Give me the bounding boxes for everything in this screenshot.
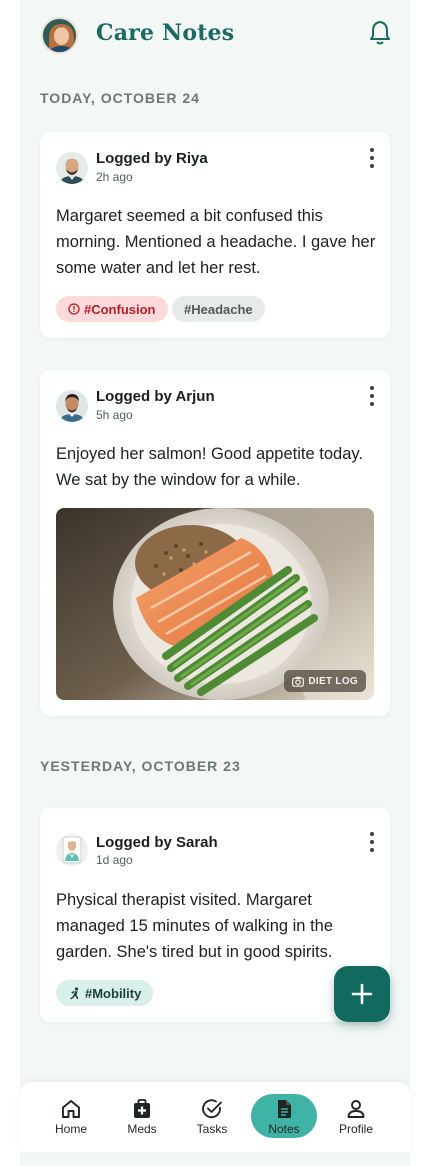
more-options-icon[interactable] — [364, 386, 380, 406]
page-title: Care Notes — [96, 20, 235, 46]
note-author: Logged by Riya — [96, 150, 208, 167]
home-icon — [62, 1100, 80, 1118]
note-card[interactable]: Logged by Riya 2h ago Margaret seemed a … — [40, 132, 390, 338]
more-options-icon[interactable] — [364, 832, 380, 852]
nav-item-tasks[interactable]: Tasks — [182, 1098, 242, 1136]
author-avatar — [56, 390, 88, 422]
plus-icon — [351, 983, 373, 1005]
check-circle-icon — [202, 1099, 222, 1119]
author-avatar — [56, 834, 88, 866]
nav-item-home[interactable]: Home — [41, 1098, 101, 1136]
nav-label: Profile — [338, 1122, 373, 1136]
nav-label: Home — [54, 1122, 87, 1136]
note-timestamp: 5h ago — [96, 408, 133, 422]
nav-item-profile[interactable]: Profile — [326, 1098, 386, 1136]
add-note-button[interactable] — [334, 966, 390, 1022]
user-avatar[interactable] — [41, 17, 78, 54]
nav-item-notes[interactable]: Notes — [254, 1098, 314, 1136]
walking-icon — [70, 986, 79, 999]
medical-kit-icon — [134, 1099, 150, 1118]
note-author: Logged by Arjun — [96, 388, 215, 405]
tag-headache[interactable]: #Headache — [172, 296, 265, 322]
note-text: Physical therapist visited. Margaret man… — [56, 891, 334, 961]
tag-confusion[interactable]: #Confusion — [56, 296, 168, 322]
note-card[interactable]: Logged by Arjun 5h ago Enjoyed her salmo… — [40, 370, 390, 716]
more-options-icon[interactable] — [364, 148, 380, 168]
nav-item-meds[interactable]: Meds — [112, 1098, 172, 1136]
app-screen: Care Notes TODAY, OCTOBER 24 Logged by R… — [20, 0, 410, 1166]
bell-icon[interactable] — [368, 20, 392, 46]
camera-icon — [292, 676, 305, 687]
author-avatar — [56, 152, 88, 184]
section-date-yesterday: YESTERDAY, OCTOBER 23 — [40, 758, 241, 774]
note-timestamp: 2h ago — [96, 170, 133, 184]
nav-label: Notes — [268, 1122, 300, 1136]
diet-log-label: DIET LOG — [308, 675, 358, 687]
section-date-today: TODAY, OCTOBER 24 — [40, 90, 200, 106]
nav-label: Meds — [127, 1122, 157, 1136]
bottom-nav: Home Meds Tasks Notes Profile — [20, 1082, 410, 1152]
meal-photo[interactable]: DIET LOG — [56, 508, 374, 700]
alert-circle-icon — [68, 303, 80, 315]
tag-label: #Confusion — [84, 301, 156, 317]
diet-log-badge: DIET LOG — [284, 670, 366, 692]
person-icon — [347, 1100, 365, 1118]
tag-label: #Mobility — [85, 985, 142, 1001]
note-text: Margaret seemed a bit confused this morn… — [56, 207, 376, 277]
note-timestamp: 1d ago — [96, 853, 133, 867]
nav-label: Tasks — [196, 1122, 228, 1136]
tag-label: #Headache — [184, 301, 253, 317]
note-author: Logged by Sarah — [96, 834, 218, 851]
document-icon — [278, 1100, 291, 1118]
app-header: Care Notes — [20, 0, 410, 72]
note-text: Enjoyed her salmon! Good appetite today.… — [56, 445, 363, 489]
tag-mobility[interactable]: #Mobility — [56, 980, 154, 1006]
